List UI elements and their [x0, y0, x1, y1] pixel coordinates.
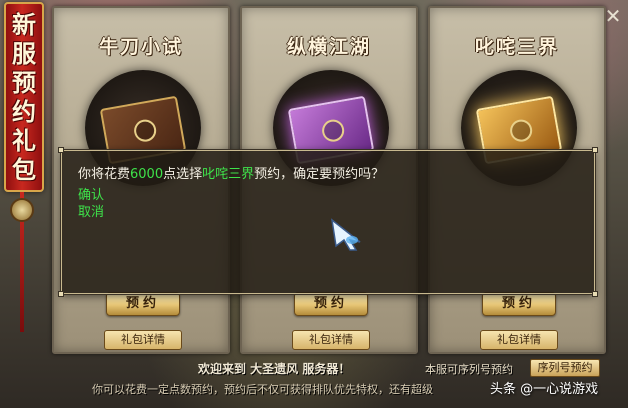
serial-note: 本服可序列号预约 [425, 363, 513, 376]
package-title: 叱咤三界 [474, 36, 559, 58]
banner-char: 服 [12, 39, 36, 68]
msg-suffix: 预约，确定要预约吗？ [254, 167, 385, 182]
banner-char: 新 [12, 10, 36, 39]
msg-prefix: 你将花费 [78, 167, 131, 182]
banner-char: 包 [12, 155, 36, 184]
description-text: 你可以花费一定点数预约，预约后不仅可获得排队优先特权，还有超级 [92, 383, 433, 396]
cancel-option[interactable]: 取消 [78, 201, 104, 220]
reserve-button[interactable]: 预约 [482, 292, 556, 316]
banner-char: 约 [12, 97, 36, 126]
cost-value: 6000 [130, 167, 164, 182]
welcome-text: 欢迎来到 大圣遗风 服务器！ [198, 362, 351, 376]
package-name: 叱咤三界 [202, 167, 255, 182]
reserve-button[interactable]: 预约 [294, 292, 368, 316]
package-detail-button[interactable]: 礼包详情 [292, 330, 370, 350]
package-detail-button[interactable]: 礼包详情 [104, 330, 182, 350]
dialog-message: 你将花费6000点选择叱咤三界预约，确定要预约吗？ [78, 163, 384, 182]
close-icon[interactable]: ✕ [603, 6, 623, 26]
dialog-corner [58, 291, 64, 297]
package-detail-button[interactable]: 礼包详情 [480, 330, 558, 350]
dialog-corner [58, 147, 64, 153]
package-title: 纵横江湖 [286, 36, 371, 58]
banner-char: 预 [12, 68, 36, 97]
confirm-dialog: 你将花费6000点选择叱咤三界预约，确定要预约吗？ 确认 取消 [58, 147, 598, 297]
jade-knot-icon [10, 198, 34, 222]
dialog-corner [592, 147, 598, 153]
reserve-button[interactable]: 预约 [106, 292, 180, 316]
feather-cursor-icon [330, 218, 361, 251]
package-title: 牛刀小试 [98, 36, 183, 58]
msg-mid: 点选择 [163, 167, 203, 182]
new-server-banner[interactable]: 新 服 预 约 礼 包 [4, 2, 44, 192]
banner-char: 礼 [12, 126, 36, 155]
dialog-corner [592, 291, 598, 297]
serial-reserve-button[interactable]: 序列号预约 [530, 359, 600, 377]
watermark: 头条 @一心说游戏 [490, 382, 599, 397]
